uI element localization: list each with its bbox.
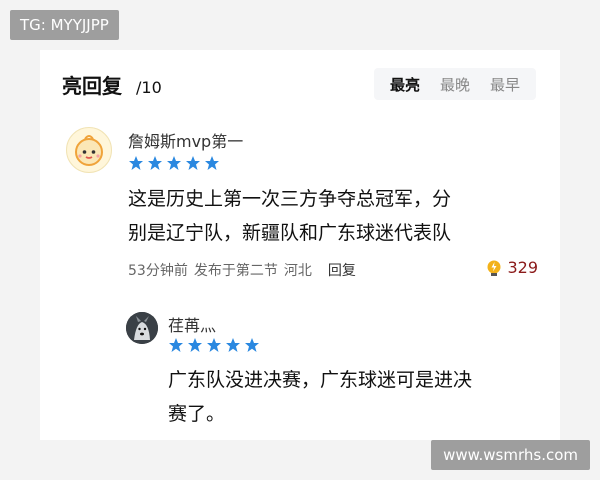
dog-avatar-icon (126, 312, 158, 344)
lightbulb-like-icon (487, 260, 501, 276)
tab-brightest[interactable]: 最亮 (380, 74, 430, 95)
reply-line: 赛了。 (168, 403, 226, 425)
rating-stars (168, 337, 260, 353)
star-icon (207, 338, 221, 352)
star-icon (188, 338, 202, 352)
reply-line: 广东队没进决赛，广东球迷可是进决 (168, 369, 473, 391)
rating-stars (128, 155, 220, 171)
username[interactable]: 詹姆斯mvp第一 (128, 128, 243, 152)
posted-in: 发布于第二节 (193, 263, 278, 279)
location: 河北 (283, 263, 312, 279)
star-icon (148, 156, 162, 170)
timestamp: 53分钟前 (128, 263, 188, 279)
watermark-label: www.wsmrhs.com (431, 440, 590, 470)
comment-card: 亮回复 /10 最亮 最晚 最早 詹姆斯mvp第一 这是历史上第一次三方争夺总冠… (40, 50, 560, 440)
avatar[interactable] (126, 312, 158, 344)
comment-line: 这是历史上第一次三方争夺总冠军，分 (128, 188, 452, 210)
watermark-label: TG: MYYJJPP (10, 10, 119, 40)
star-icon (169, 338, 183, 352)
tab-earliest[interactable]: 最早 (480, 74, 530, 95)
reply-button[interactable]: 回复 (328, 260, 356, 280)
like-count: 329 (507, 258, 538, 277)
comment-line: 别是辽宁队，新疆队和广东球迷代表队 (128, 222, 452, 244)
avatar[interactable] (66, 127, 112, 173)
comment-body: 这是历史上第一次三方争夺总冠军，分 别是辽宁队，新疆队和广东球迷代表队 (128, 182, 451, 250)
comment-section-header: 亮回复 /10 (62, 70, 162, 99)
star-icon (186, 156, 200, 170)
reply-count: /10 (136, 78, 162, 97)
username[interactable]: 荏苒灬 (168, 312, 216, 336)
like-button[interactable]: 329 (485, 258, 538, 277)
sort-tabs: 最亮 最晚 最早 (373, 68, 536, 100)
section-title: 亮回复 (62, 74, 122, 98)
star-icon (245, 338, 259, 352)
tab-latest[interactable]: 最晚 (430, 74, 480, 95)
comment-meta: 53分钟前 发布于第二节 河北 回复 (128, 260, 356, 280)
star-icon (205, 156, 219, 170)
reply-body: 广东队没进决赛，广东球迷可是进决 赛了。 (168, 363, 472, 431)
cartoon-avatar-icon (75, 135, 103, 166)
star-icon (167, 156, 181, 170)
star-icon (226, 338, 240, 352)
star-icon (129, 156, 143, 170)
